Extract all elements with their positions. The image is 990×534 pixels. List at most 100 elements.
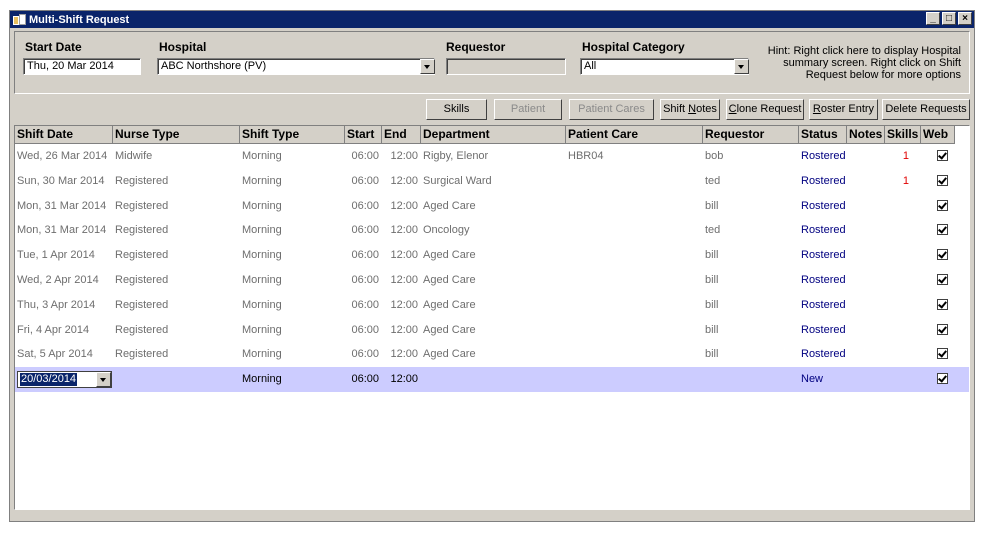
web-checkbox[interactable] [937,274,948,285]
cell-end: 12:00 [390,373,418,386]
shift-grid[interactable]: Shift Date Nurse Type Shift Type Start End De… [14,125,970,510]
column-header-nurse-type[interactable]: Nurse Type [113,126,240,144]
patient-button[interactable]: Patient [494,99,562,120]
requestor-field[interactable] [446,58,566,75]
cell-req: bob [705,150,724,162]
table-row[interactable]: Fri, 4 Apr 2014 Registered Morning 06:00 12:… [15,318,969,343]
cell-req: ted [705,174,721,187]
web-checkbox[interactable] [937,150,948,161]
hospital-select[interactable]: ABC Northshore (PV) [157,58,435,75]
new-shift-row[interactable]: 20/03/2014 Morning 06:00 12:00 New [15,367,969,393]
table-row[interactable]: Sat, 5 Apr 2014 Registered Morning 06:00 12:… [15,342,969,367]
cell-start: 06:00 [351,224,379,237]
cell-dept: Aged Care [423,348,476,361]
column-header-web[interactable]: Web [921,126,955,144]
web-checkbox[interactable] [937,323,948,335]
cell-shift: Morning [242,348,282,361]
skills-button[interactable]: Skills [426,99,487,120]
cell-care [566,268,703,293]
cell-skills [885,342,921,367]
cell-shift: Morning [242,323,282,336]
cell-shift: Morning [242,150,282,162]
table-row[interactable]: Thu, 3 Apr 2014 Registered Morning 06:00 12:… [15,293,969,318]
column-header-patient-care[interactable]: Patient Care [566,126,703,144]
requestor-label: Requestor [446,40,506,54]
shift-date-editor[interactable]: 20/03/2014 [17,371,112,389]
cell-status: Rostered [801,224,846,237]
web-checkbox[interactable] [937,249,948,261]
grid-header: Shift Date Nurse Type Shift Type Start End De… [15,126,955,144]
shift-date-value[interactable]: 20/03/2014 [20,373,78,387]
cell-status: Rostered [801,298,846,311]
category-dropdown-icon[interactable] [734,59,749,74]
minimize-icon[interactable]: _ [926,12,940,25]
cell-date: Thu, 3 Apr 2014 [17,298,96,311]
column-header-shift-date[interactable]: Shift Date [15,126,113,144]
cell-care [566,194,703,219]
web-checkbox[interactable] [937,298,948,310]
web-checkbox[interactable] [937,199,948,211]
column-header-requestor[interactable]: Requestor [703,126,799,144]
cell-nurse: Midwife [115,150,153,162]
shift-notes-button[interactable]: Shift Notes [660,99,720,120]
table-row[interactable]: Wed, 2 Apr 2014 Registered Morning 06:00 12:… [15,268,969,293]
cell-shift: Morning [242,298,282,311]
cell-end: 12:00 [390,298,418,311]
table-row[interactable]: Mon, 31 Mar 2014 Registered Morning 06:00 12… [15,194,969,219]
cell-nurse: Registered [115,274,169,286]
cell-req: bill [705,348,719,361]
cell-notes [847,194,885,219]
column-header-notes[interactable]: Notes [847,126,885,144]
app-icon [13,13,26,26]
cell-req: bill [705,323,719,336]
cell-dept: Rigby, Elenor [423,150,489,162]
column-header-skills[interactable]: Skills [885,126,921,144]
cell-req: bill [705,199,719,212]
cell-status: New [801,373,824,386]
cell-req: bill [705,249,719,262]
cell-notes [847,293,885,318]
web-checkbox[interactable] [937,174,948,186]
shift-date-dropdown-icon[interactable] [96,372,111,388]
title-bar[interactable]: Multi-Shift Request _ □ × [10,11,974,28]
column-header-department[interactable]: Department [421,126,566,144]
cell-status: Rostered [801,249,846,262]
web-checkbox[interactable] [937,224,948,236]
cell-nurse: Registered [115,249,169,262]
roster-entry-button[interactable]: Roster Entry [809,99,878,120]
cell-end: 12:00 [390,348,418,361]
cell-date: Fri, 4 Apr 2014 [17,323,90,336]
table-row[interactable]: Tue, 1 Apr 2014 Registered Morning 06:00 12:… [15,243,969,268]
table-row[interactable]: Wed, 26 Mar 2014 Midwife Morning 06:00 12:00… [15,144,969,169]
cell-shift: Morning [242,199,282,212]
column-header-end[interactable]: End [382,126,421,144]
header-panel[interactable]: Start Date Thu, 20 Mar 2014 Hospital ABC… [14,31,970,94]
column-header-start[interactable]: Start [345,126,382,144]
clone-request-button[interactable]: Clone Request [726,99,804,120]
delete-requests-button[interactable]: Delete Requests [882,99,970,120]
multi-shift-request-window: Multi-Shift Request _ □ × Start Date Thu… [9,10,975,522]
cell-care [566,243,703,268]
cell-care [566,293,703,318]
cell-skills [885,243,921,268]
table-row[interactable]: Sun, 30 Mar 2014 Registered Morning 06:00 12… [15,169,969,194]
table-row[interactable]: Mon, 31 Mar 2014 Registered Morning 06:00 12… [15,218,969,243]
column-header-shift-type[interactable]: Shift Type [240,126,345,144]
cell-notes [847,318,885,343]
column-header-status[interactable]: Status [799,126,847,144]
hospital-category-select[interactable]: All [580,58,749,75]
cell-nurse: Registered [115,174,169,187]
cell-nurse: Registered [115,199,169,212]
close-icon[interactable]: × [958,12,972,25]
web-checkbox[interactable] [937,373,948,385]
cell-dept: Oncology [423,224,470,237]
maximize-icon[interactable]: □ [942,12,956,25]
web-checkbox[interactable] [937,348,948,360]
cell-dept: Aged Care [423,199,476,212]
hospital-dropdown-icon[interactable] [420,59,435,74]
start-date-field[interactable]: Thu, 20 Mar 2014 [23,58,141,75]
cell-skills [885,293,921,318]
patient-cares-button[interactable]: Patient Cares [569,99,654,120]
cell-notes [847,169,885,194]
cell-end: 12:00 [390,224,418,237]
